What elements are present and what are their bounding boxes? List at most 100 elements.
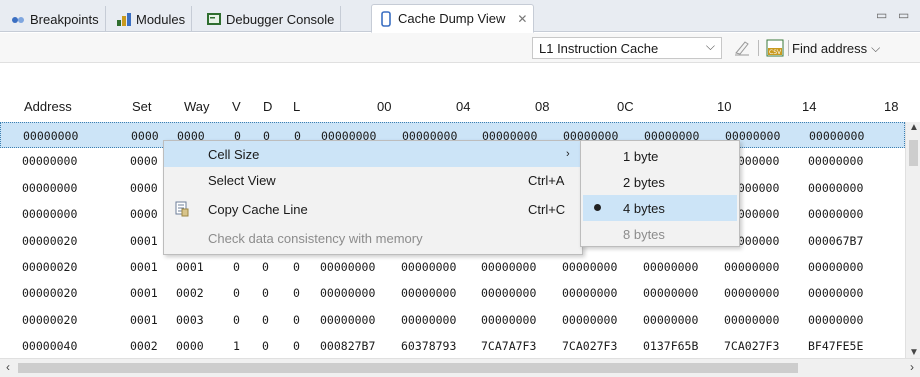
shortcut-label: Ctrl+A (528, 172, 565, 188)
scroll-left-icon[interactable]: ‹ (6, 360, 10, 374)
table-cell: 0 (233, 286, 240, 301)
table-cell: 00000000 (562, 286, 618, 301)
svg-text:CSV: CSV (769, 49, 782, 56)
breakpoints-icon (10, 11, 26, 27)
table-cell: 00000000 (320, 312, 376, 327)
chevron-right-icon: › (566, 148, 570, 160)
table-cell: 00000040 (22, 339, 78, 354)
column-header-18[interactable]: 18 (884, 90, 898, 122)
copy-icon (174, 201, 190, 220)
table-cell: 00000000 (401, 260, 457, 274)
table-cell: 00000020 (22, 312, 78, 327)
column-header-04[interactable]: 04 (456, 90, 470, 122)
scrollbar-thumb[interactable] (909, 140, 918, 166)
scroll-down-icon[interactable]: ▼ (909, 347, 919, 358)
table-cell: 00000000 (401, 312, 457, 327)
table-cell: 0001 (176, 260, 204, 274)
tab-modules[interactable]: Modules (110, 6, 193, 32)
table-cell: 00000000 (562, 260, 618, 274)
column-header-way[interactable]: Way (184, 90, 210, 122)
scrollbar-thumb[interactable] (18, 363, 798, 373)
table-cell: 00000000 (808, 154, 864, 169)
table-cell: 00000000 (808, 260, 864, 274)
minimize-icon[interactable]: ▭ (876, 8, 887, 22)
clear-icon[interactable] (733, 39, 751, 57)
column-header-set[interactable]: Set (132, 90, 152, 122)
table-cell: 00000000 (808, 180, 864, 195)
tab-label: Debugger Console (226, 11, 335, 27)
modules-icon (116, 11, 132, 27)
menu-item-select-view[interactable]: Select View Ctrl+A (164, 167, 582, 193)
vertical-scrollbar[interactable]: ▲ ▼ (905, 122, 920, 358)
column-header-address[interactable]: Address (24, 90, 72, 122)
table-cell: 00000000 (22, 207, 78, 222)
table-cell: 00000000 (643, 260, 699, 274)
table-row[interactable]: 00000020 0001 0001 0 0 0 00000000 00000000 00000… (0, 254, 905, 280)
table-cell: 00000000 (808, 286, 864, 301)
column-header-l[interactable]: L (293, 90, 300, 122)
table-cell: 00000000 (481, 260, 537, 274)
scroll-right-icon[interactable]: › (910, 360, 914, 374)
submenu-item-1-byte[interactable]: 1 byte (583, 143, 737, 169)
column-header-d[interactable]: D (263, 90, 272, 122)
table-cell: 00000000 (643, 312, 699, 327)
table-cell: 0 (262, 339, 269, 354)
table-cell: 7CA027F3 (724, 339, 780, 354)
cache-view-icon (378, 10, 394, 27)
table-cell: 0 (262, 312, 269, 327)
close-icon[interactable]: ✕ (517, 12, 527, 26)
table-cell: 00000000 (808, 312, 864, 327)
view-toolbar: L1 Instruction Cache ⌵ CSV Find address … (0, 33, 920, 63)
table-cell: 00000000 (643, 286, 699, 301)
table-cell: 0 (262, 260, 269, 274)
table-cell: 00000000 (724, 312, 780, 327)
table-row[interactable]: 00000020 0001 0003 0 0 0 00000000 00000000 00000… (0, 307, 905, 333)
table-cell: 0 (293, 312, 300, 327)
tab-cache-dump-view[interactable]: Cache Dump View ✕ (371, 4, 535, 33)
submenu-item-2-bytes[interactable]: 2 bytes (583, 169, 737, 195)
tab-debugger-console[interactable]: Debugger Console (200, 6, 342, 32)
column-header-00[interactable]: 00 (377, 90, 391, 122)
table-cell: 00000000 (22, 154, 78, 169)
scroll-up-icon[interactable]: ▲ (909, 122, 919, 133)
table-cell: 1 (233, 339, 240, 354)
column-header-v[interactable]: V (232, 90, 241, 122)
table-cell: 0 (262, 286, 269, 301)
table-cell: 0001 (130, 286, 158, 301)
maximize-icon[interactable]: ▭ (898, 8, 909, 22)
column-header-08[interactable]: 08 (535, 90, 549, 122)
table-row[interactable]: 00000020 0001 0002 0 0 0 00000000 00000000 00000… (0, 280, 905, 306)
column-header-10[interactable]: 10 (717, 90, 731, 122)
table-cell: 0001 (130, 260, 158, 274)
menu-item-check-consistency: Check data consistency with memory (208, 230, 423, 246)
horizontal-scrollbar[interactable]: ‹ › (0, 358, 920, 377)
find-address-combo[interactable]: Find address ⌵ (790, 37, 920, 59)
table-cell: 00000000 (562, 312, 618, 327)
menu-item-copy-cache-line[interactable]: Copy Cache Line Ctrl+C (164, 196, 582, 222)
table-cell: 0003 (176, 312, 204, 327)
tab-label: Breakpoints (30, 11, 99, 27)
table-cell: 7CA7A7F3 (481, 339, 537, 354)
tab-breakpoints[interactable]: Breakpoints (4, 6, 106, 32)
menu-item-cell-size[interactable]: Cell Size › (164, 141, 582, 167)
cache-select[interactable]: L1 Instruction Cache ⌵ (532, 37, 722, 59)
table-cell: 00000000 (401, 286, 457, 301)
console-icon (206, 11, 222, 27)
column-header-14[interactable]: 14 (802, 90, 816, 122)
submenu-item-4-bytes[interactable]: 4 bytes (583, 195, 737, 221)
table-cell: 000067B7 (808, 233, 864, 248)
view-tab-bar: Breakpoints Modules Debugger Console Cac… (0, 0, 920, 33)
table-cell: 00000000 (724, 260, 780, 274)
table-cell: 00000020 (22, 260, 78, 274)
table-cell: 0001 (130, 233, 158, 248)
cell-size-submenu: 1 byte 2 bytes 4 bytes 8 bytes (580, 140, 740, 247)
table-cell: 00000000 (23, 129, 79, 143)
table-row[interactable]: 00000040 0002 0000 1 0 0 000827B7 60378793 7CA7A… (0, 333, 905, 359)
table-cell: 0 (233, 312, 240, 327)
export-csv-icon[interactable]: CSV (766, 39, 784, 57)
table-cell: 0000 (131, 129, 159, 143)
table-cell: 0 (293, 260, 300, 274)
table-cell: 0137F65B (643, 339, 699, 354)
chevron-down-icon: ⌵ (871, 40, 881, 55)
column-header-0c[interactable]: 0C (617, 90, 634, 122)
